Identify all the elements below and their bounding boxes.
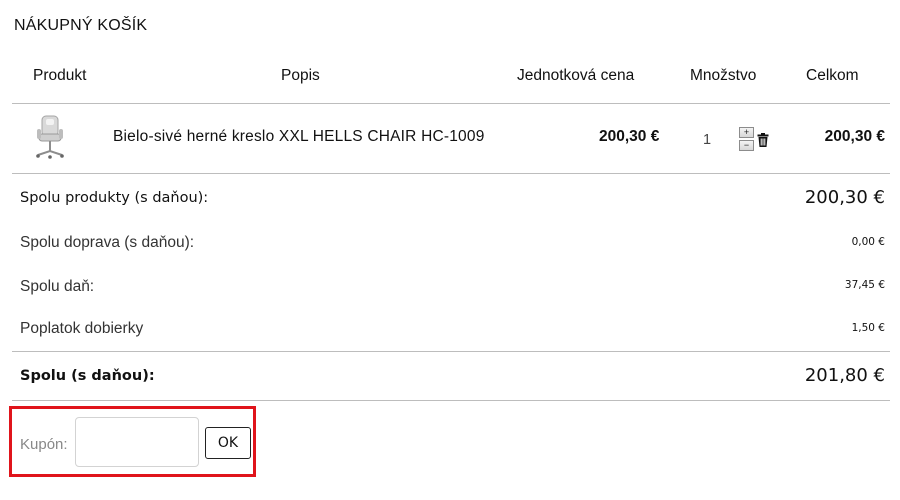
- quantity-decrease-button[interactable]: −: [739, 140, 754, 151]
- summary-products-label: Spolu produkty (s daňou):: [20, 190, 209, 206]
- column-header-product: Produkt: [33, 67, 87, 84]
- column-header-quantity: Množstvo: [690, 67, 757, 84]
- grand-total-value: 201,80 €: [804, 365, 885, 386]
- product-image[interactable]: [32, 114, 68, 160]
- summary-shipping-value: 0,00 €: [851, 236, 885, 248]
- column-header-total: Celkom: [806, 67, 859, 84]
- unit-price: 200,30 €: [599, 128, 660, 145]
- trash-icon[interactable]: [757, 133, 769, 147]
- coupon-label: Kupón:: [20, 436, 68, 453]
- summary-cod-value: 1,50 €: [851, 322, 885, 334]
- coupon-input[interactable]: [75, 417, 199, 467]
- quantity-value: 1: [703, 132, 712, 148]
- product-description[interactable]: Bielo-sivé herné kreslo XXL HELLS CHAIR …: [113, 128, 485, 146]
- grand-total-label: Spolu (s daňou):: [20, 368, 155, 384]
- row-divider: [12, 173, 890, 174]
- summary-tax-value: 37,45 €: [844, 279, 885, 291]
- summary-tax-label: Spolu daň:: [20, 278, 95, 295]
- page-title: NÁKUPNÝ KOŠÍK: [14, 17, 148, 34]
- column-header-unit-price: Jednotková cena: [517, 67, 635, 84]
- coupon-ok-button[interactable]: OK: [205, 427, 251, 459]
- row-total: 200,30 €: [824, 128, 885, 145]
- summary-shipping-label: Spolu doprava (s daňou):: [20, 234, 195, 251]
- summary-products-value: 200,30 €: [804, 187, 885, 208]
- header-divider: [12, 103, 890, 104]
- quantity-stepper: + −: [739, 127, 754, 153]
- summary-cod-label: Poplatok dobierky: [20, 320, 144, 337]
- quantity-increase-button[interactable]: +: [739, 127, 754, 138]
- column-header-description: Popis: [281, 67, 320, 84]
- summary-divider: [12, 351, 890, 352]
- grand-total-divider: [12, 400, 890, 401]
